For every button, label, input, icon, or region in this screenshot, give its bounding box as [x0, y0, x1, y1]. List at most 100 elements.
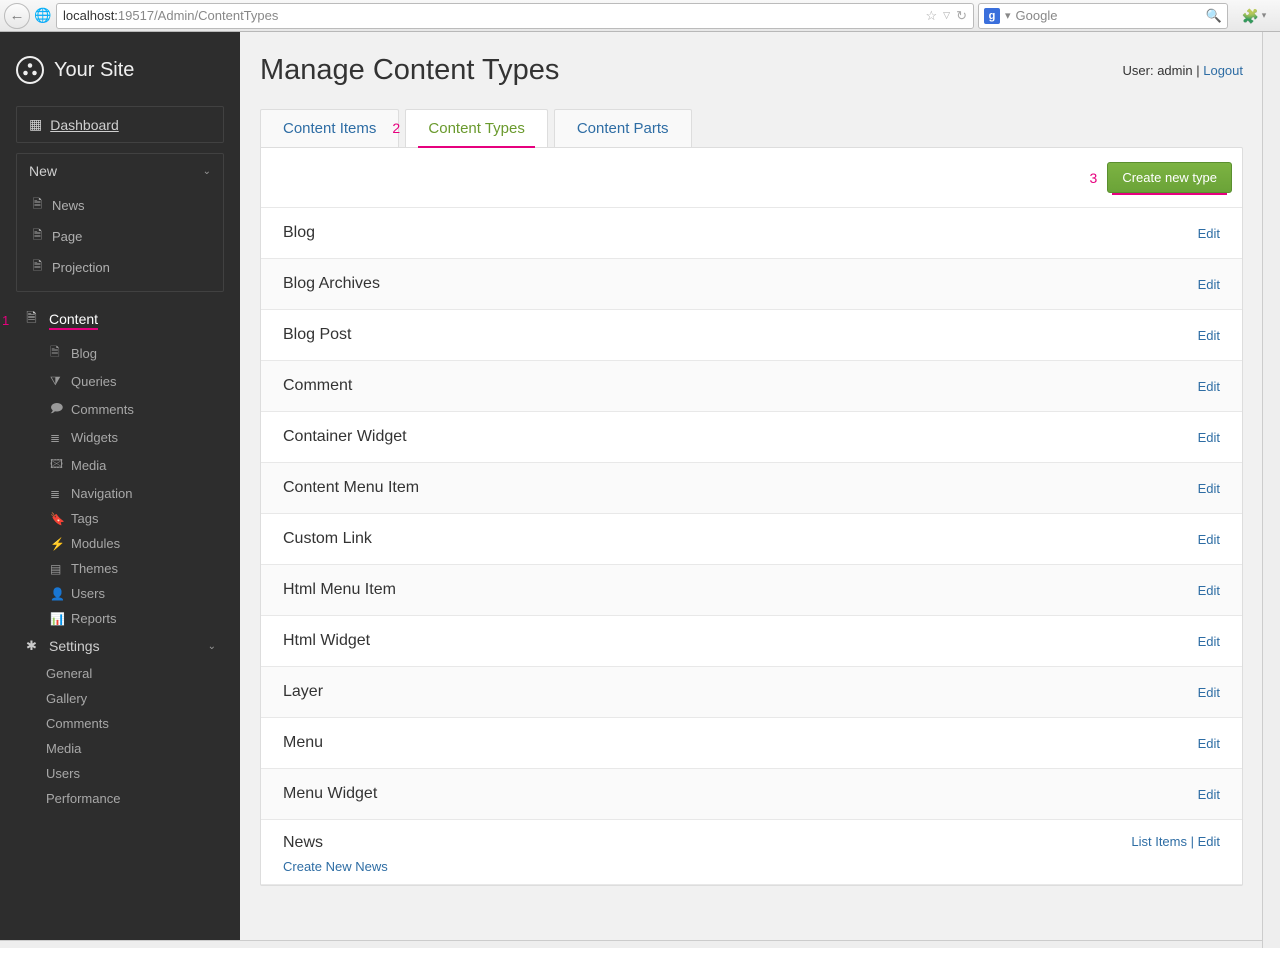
search-engine-dropdown-icon[interactable]: ▾: [1005, 9, 1011, 22]
url-host: localhost:: [63, 8, 118, 23]
type-name: Comment: [283, 377, 352, 395]
edit-link[interactable]: Edit: [1198, 532, 1220, 547]
sidebar-item-label: Themes: [71, 561, 118, 576]
edit-link[interactable]: Edit: [1198, 834, 1220, 849]
comment-icon: 🗩: [50, 399, 63, 420]
address-bar[interactable]: localhost: 19517/Admin/ContentTypes ☆ ▽ …: [56, 3, 974, 29]
create-new-item-link[interactable]: Create New News: [283, 859, 388, 874]
settings-item-comments[interactable]: Comments: [16, 711, 224, 736]
bookmark-icon[interactable]: ☆: [926, 8, 938, 24]
toolbar-dropdown-icon[interactable]: ▾: [1262, 10, 1267, 21]
browser-toolbar: ← 🌐 localhost: 19517/Admin/ContentTypes …: [0, 0, 1280, 32]
sidebar-item-modules[interactable]: ⚡Modules: [46, 531, 224, 556]
type-row: MenuEdit: [261, 718, 1242, 769]
sidebar-item-label: Navigation: [71, 486, 132, 501]
history-dropdown-icon[interactable]: ▽: [943, 10, 950, 21]
settings-item-media[interactable]: Media: [16, 736, 224, 761]
user-info: User: admin | Logout: [1123, 63, 1243, 78]
sidebar-item-blog[interactable]: 🗎 Blog: [46, 338, 224, 369]
type-name: Blog Archives: [283, 275, 380, 293]
edit-link[interactable]: Edit: [1198, 481, 1220, 496]
sidebar-item-themes[interactable]: ▤ Themes: [46, 556, 224, 581]
edit-link[interactable]: Edit: [1198, 328, 1220, 343]
sidebar-item-navigation[interactable]: ≣Navigation: [46, 481, 224, 506]
edit-link[interactable]: Edit: [1198, 430, 1220, 445]
back-button[interactable]: ←: [4, 3, 30, 29]
type-actions: Edit: [1198, 634, 1220, 649]
annotation-1: 1: [2, 313, 9, 328]
tab-content-types[interactable]: 2Content Types: [405, 109, 547, 147]
sidebar-item-new-projection[interactable]: 🗎Projection: [17, 252, 223, 283]
file-icon: 🗎: [31, 257, 44, 278]
type-row: Container WidgetEdit: [261, 412, 1242, 463]
type-row: Blog PostEdit: [261, 310, 1242, 361]
settings-item-general[interactable]: General: [16, 661, 224, 686]
sidebar-item-media[interactable]: 🖾Media: [46, 450, 224, 481]
sidebar-item-label: Queries: [71, 374, 117, 389]
file-icon: 🗎: [31, 195, 44, 216]
type-row: LayerEdit: [261, 667, 1242, 718]
page-header: Manage Content Types User: admin | Logou…: [240, 32, 1263, 95]
list-items-link[interactable]: List Items: [1131, 834, 1187, 849]
sidebar-item-queries[interactable]: ⧩ Queries: [46, 369, 224, 394]
tabs: Content Items2Content TypesContent Parts: [240, 95, 1263, 147]
logout-link[interactable]: Logout: [1203, 63, 1243, 78]
sidebar-item-dashboard[interactable]: ▦ Dashboard: [17, 107, 223, 142]
content-label: Content: [49, 311, 98, 330]
edit-link[interactable]: Edit: [1198, 379, 1220, 394]
sidebar-item-widgets[interactable]: ≣Widgets: [46, 425, 224, 450]
site-brand[interactable]: Your Site: [0, 46, 240, 106]
scrollbar-up[interactable]: ▲: [1263, 32, 1280, 49]
user-icon: 👤: [50, 587, 63, 601]
sidebar-item-tags[interactable]: 🔖Tags: [46, 506, 224, 531]
site-identity-icon[interactable]: 🌐: [34, 7, 52, 25]
sidebar-item-comments[interactable]: 🗩 Comments: [46, 394, 224, 425]
type-row: Menu WidgetEdit: [261, 769, 1242, 820]
settings-item-performance[interactable]: Performance: [16, 786, 224, 811]
sidebar-item-settings[interactable]: ✱ Settings ⌄: [16, 631, 224, 661]
type-name: Content Menu Item: [283, 479, 419, 497]
dashboard-label: Dashboard: [50, 117, 119, 133]
file-icon: 🗎: [50, 343, 63, 364]
sidebar-item-label: Reports: [71, 611, 117, 626]
sidebar-item-users[interactable]: 👤Users: [46, 581, 224, 606]
tab-content-items[interactable]: Content Items: [260, 109, 399, 147]
edit-link[interactable]: Edit: [1198, 277, 1220, 292]
edit-link[interactable]: Edit: [1198, 226, 1220, 241]
filter-icon: ⧩: [50, 374, 63, 389]
tab-label: Content Types: [428, 120, 524, 137]
sidebar-item-new-page[interactable]: 🗎Page: [17, 221, 223, 252]
search-icon[interactable]: 🔍: [1206, 8, 1222, 24]
reload-icon[interactable]: ↻: [956, 8, 967, 24]
type-row: Html Menu ItemEdit: [261, 565, 1242, 616]
content-panel: 3 Create new type BlogEditBlog ArchivesE…: [260, 147, 1243, 886]
settings-item-gallery[interactable]: Gallery: [16, 686, 224, 711]
scrollbar-down[interactable]: ▼: [1263, 914, 1280, 931]
page-title: Manage Content Types: [260, 54, 559, 87]
new-block: New ⌄ 🗎News🗎Page🗎Projection: [16, 153, 224, 292]
edit-link[interactable]: Edit: [1198, 787, 1220, 802]
edit-link[interactable]: Edit: [1198, 685, 1220, 700]
edit-link[interactable]: Edit: [1198, 736, 1220, 751]
chevron-down-icon: ⌄: [208, 641, 216, 652]
theme-icon: ▤: [50, 562, 63, 576]
browser-search[interactable]: g ▾ Google 🔍: [978, 3, 1228, 29]
sidebar-item-new-news[interactable]: 🗎News: [17, 190, 223, 221]
type-row: Custom LinkEdit: [261, 514, 1242, 565]
sidebar-item-new[interactable]: New ⌄: [17, 154, 223, 188]
type-actions: Edit: [1198, 226, 1220, 241]
settings-item-users[interactable]: Users: [16, 761, 224, 786]
addon-icon[interactable]: 🧩: [1242, 8, 1258, 24]
sidebar-item-label: Comments: [71, 402, 134, 417]
sidebar-item-label: Widgets: [71, 430, 118, 445]
tab-content-parts[interactable]: Content Parts: [554, 109, 692, 147]
sidebar-item-reports[interactable]: 📊Reports: [46, 606, 224, 631]
edit-link[interactable]: Edit: [1198, 634, 1220, 649]
type-row: Html WidgetEdit: [261, 616, 1242, 667]
type-actions: List Items | Edit: [1131, 834, 1220, 849]
sidebar-item-content[interactable]: 1 🗎 Content: [16, 302, 224, 338]
create-new-type-button[interactable]: Create new type: [1107, 162, 1232, 193]
edit-link[interactable]: Edit: [1198, 583, 1220, 598]
sidebar-item-label: Blog: [71, 346, 97, 361]
new-item-label: Page: [52, 229, 82, 244]
